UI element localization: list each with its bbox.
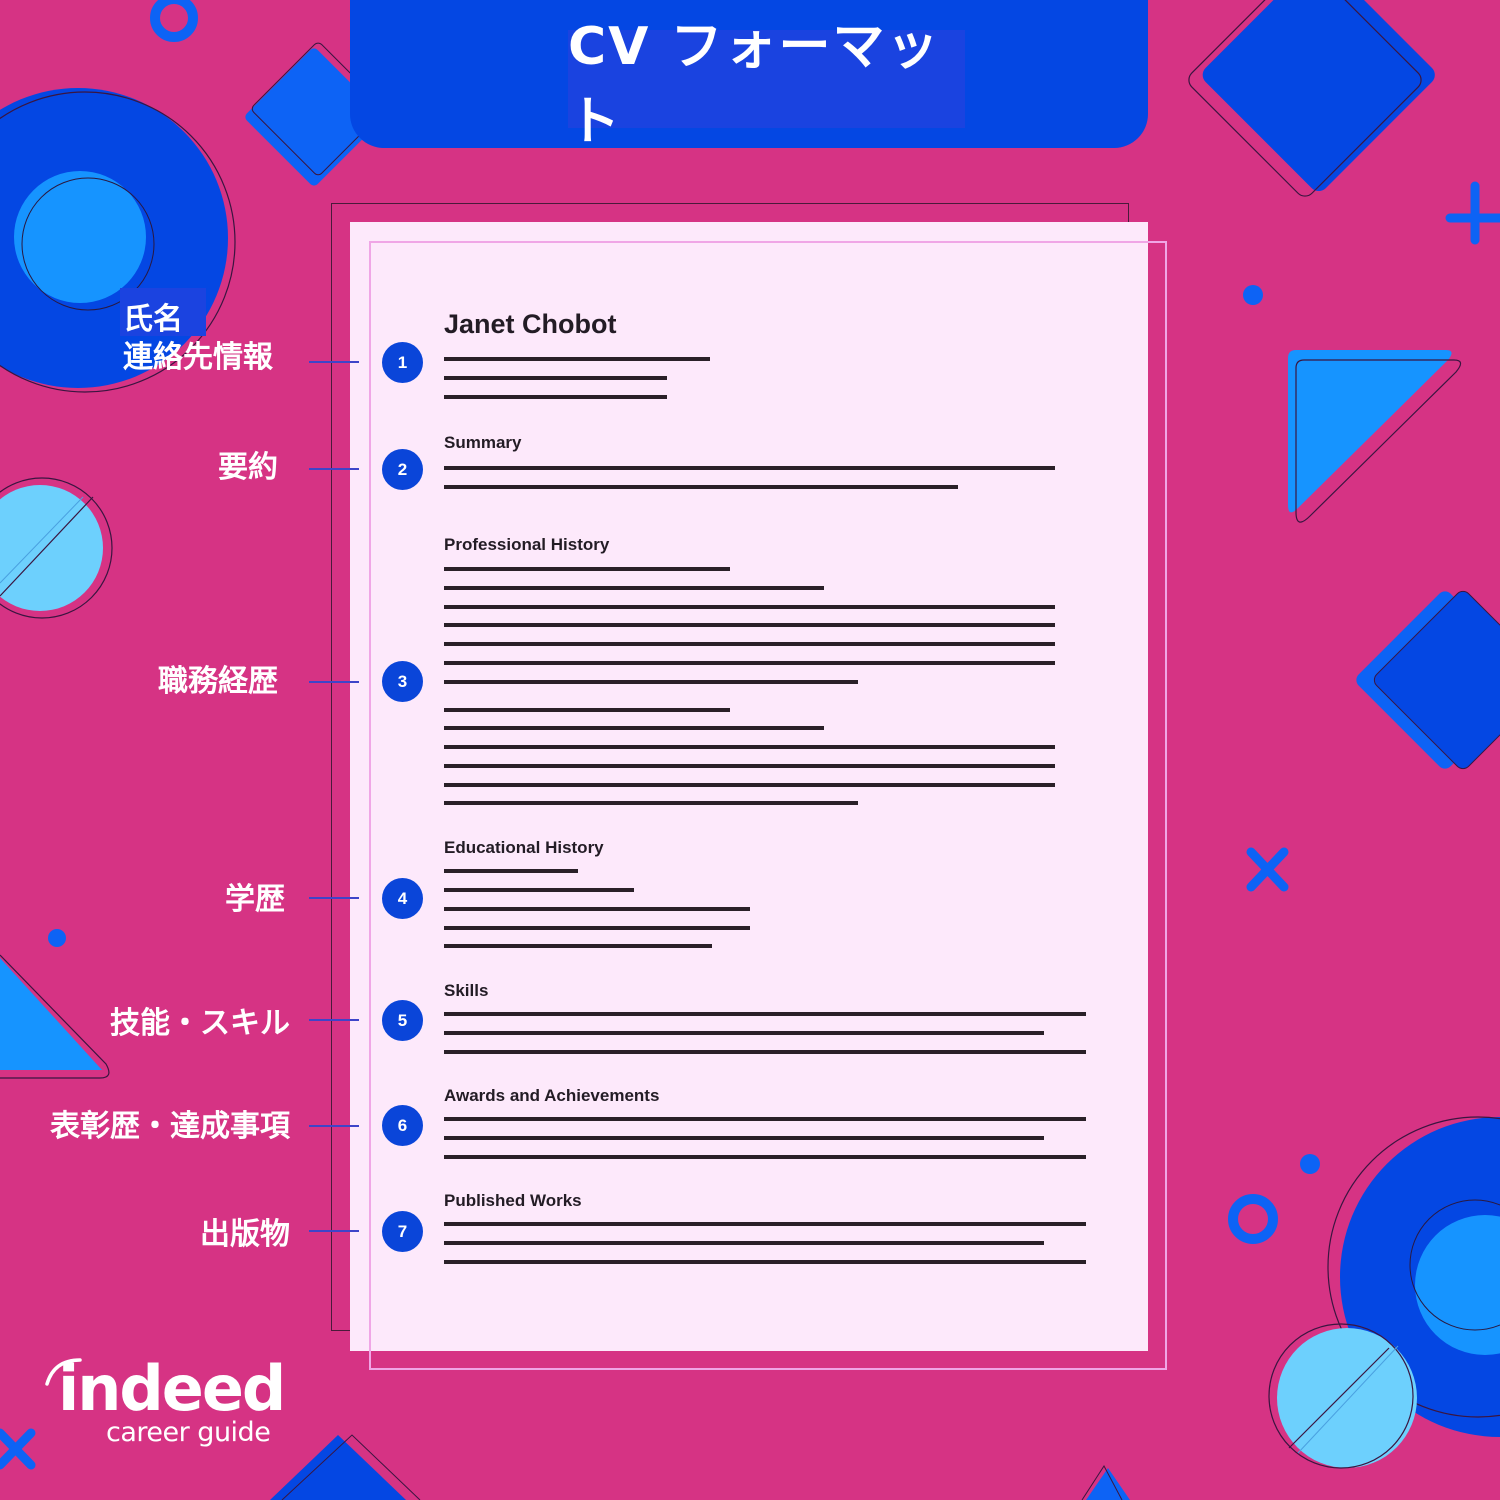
label-published-works: 出版物	[200, 1217, 290, 1252]
section-number-badge: 7	[382, 1211, 423, 1252]
placeholder-line	[444, 1222, 1086, 1226]
placeholder-line	[444, 1031, 1044, 1035]
ring-icon	[1228, 1194, 1278, 1244]
placeholder-line	[444, 745, 1055, 749]
placeholder-line	[444, 567, 730, 571]
cross-icon	[0, 1428, 36, 1470]
cv-heading-published-works: Published Works	[444, 1191, 582, 1210]
triangle-icon	[1288, 350, 1462, 523]
placeholder-line	[444, 944, 712, 948]
placeholder-line	[444, 1260, 1086, 1264]
triangle-icon	[1081, 1465, 1130, 1500]
placeholder-line	[444, 869, 578, 873]
cv-heading-skills: Skills	[444, 981, 489, 1000]
label-contact: 連絡先情報	[123, 340, 273, 375]
placeholder-line	[444, 661, 1055, 665]
connector-line	[309, 897, 359, 899]
connector-line	[309, 361, 359, 363]
title-box: CV フォーマット	[568, 17, 965, 152]
dot-icon	[1243, 285, 1263, 305]
triangle-icon	[0, 954, 110, 1079]
placeholder-line	[444, 680, 858, 684]
placeholder-line	[444, 586, 824, 590]
label-professional-history: 職務経歴	[158, 664, 278, 699]
section-number-badge: 3	[382, 661, 423, 702]
section-number-badge: 1	[382, 342, 423, 383]
placeholder-line	[444, 1136, 1044, 1140]
placeholder-line	[444, 376, 667, 380]
placeholder-line	[444, 623, 1055, 627]
placeholder-line	[444, 926, 750, 930]
diamond-icon	[1356, 590, 1500, 770]
label-name: 氏名	[123, 302, 183, 337]
logo-subtitle: career guide	[106, 1417, 271, 1448]
label-summary: 要約	[218, 450, 278, 485]
connector-line	[309, 1019, 359, 1021]
cv-heading-professional-history: Professional History	[444, 535, 610, 554]
placeholder-line	[444, 466, 1055, 470]
label-awards: 表彰歴・達成事項	[50, 1109, 290, 1144]
page-title: CV フォーマット	[568, 17, 941, 152]
label-educational-history: 学歴	[225, 882, 285, 917]
section-number-badge: 4	[382, 878, 423, 919]
ring-icon	[150, 0, 198, 42]
placeholder-line	[444, 801, 858, 805]
placeholder-line	[444, 1012, 1086, 1016]
placeholder-line	[444, 1241, 1044, 1245]
placeholder-line	[444, 708, 730, 712]
section-number-badge: 2	[382, 449, 423, 490]
placeholder-line	[444, 605, 1055, 609]
plus-icon	[1445, 181, 1500, 245]
connector-line	[309, 1125, 359, 1127]
dot-icon	[48, 929, 66, 947]
cross-icon	[1246, 847, 1289, 892]
placeholder-line	[444, 642, 1055, 646]
connector-line	[309, 468, 359, 470]
label-name-contact: 氏名 連絡先情報	[123, 301, 273, 377]
placeholder-line	[444, 1117, 1086, 1121]
cv-heading-summary: Summary	[444, 433, 522, 452]
dot-icon	[1300, 1154, 1320, 1174]
placeholder-line	[444, 1050, 1086, 1054]
placeholder-line	[444, 726, 824, 730]
indeed-logo: indeed	[58, 1352, 286, 1425]
cv-heading-awards: Awards and Achievements	[444, 1086, 660, 1105]
placeholder-line	[444, 1155, 1086, 1159]
section-number-badge: 5	[382, 1000, 423, 1041]
placeholder-line	[444, 395, 667, 399]
triangle-icon	[270, 1434, 421, 1500]
placeholder-line	[444, 764, 1055, 768]
section-number-badge: 6	[382, 1105, 423, 1146]
diamond-icon	[1188, 0, 1435, 197]
label-skills: 技能・スキル	[110, 1006, 290, 1041]
cv-name: Janet Chobot	[444, 309, 617, 339]
placeholder-line	[444, 907, 750, 911]
placeholder-line	[444, 783, 1055, 787]
placeholder-line	[444, 888, 634, 892]
connector-line	[309, 1230, 359, 1232]
cv-heading-educational-history: Educational History	[444, 838, 604, 857]
placeholder-line	[444, 357, 710, 361]
placeholder-line	[444, 485, 958, 489]
half-circle-icon	[0, 477, 113, 619]
connector-line	[309, 681, 359, 683]
